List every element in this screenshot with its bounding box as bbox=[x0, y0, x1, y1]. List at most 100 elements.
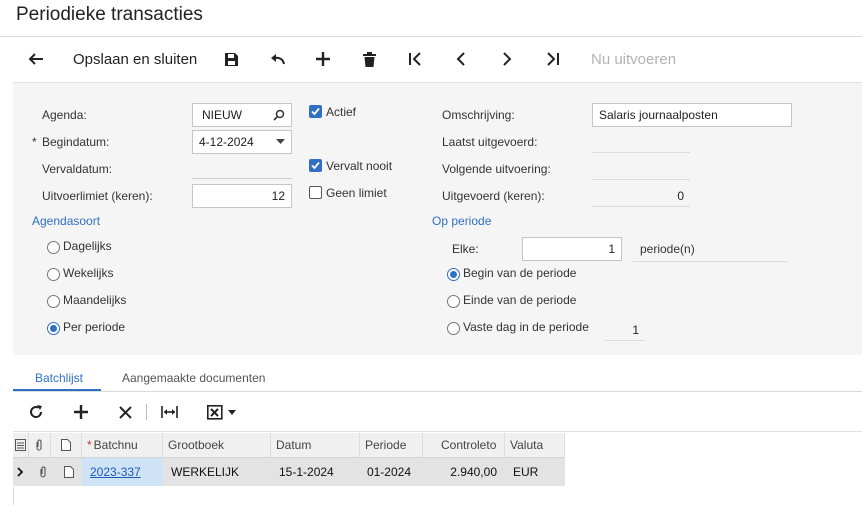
delete-button[interactable] bbox=[356, 37, 382, 81]
grid-left-border bbox=[13, 487, 14, 505]
cell-controletotaal[interactable]: 2.940,00 bbox=[423, 458, 505, 486]
arrow-left-icon bbox=[28, 53, 43, 65]
chevron-right-icon bbox=[503, 52, 512, 66]
cell-grootboek[interactable]: WERKELIJK bbox=[163, 458, 271, 486]
last-record-button[interactable] bbox=[540, 37, 566, 81]
check-icon bbox=[311, 161, 320, 170]
chevron-down-icon[interactable] bbox=[276, 139, 285, 145]
radio-dagelijks[interactable] bbox=[47, 241, 60, 254]
row-selector[interactable] bbox=[13, 458, 29, 486]
cell-batchnummer[interactable]: 2023-337 bbox=[82, 458, 163, 486]
fit-columns-button[interactable] bbox=[158, 400, 180, 424]
chevron-right-icon bbox=[17, 467, 24, 477]
add-button[interactable] bbox=[310, 37, 336, 81]
check-icon bbox=[311, 107, 320, 116]
refresh-icon bbox=[30, 405, 43, 418]
radio-vaste-dag-label: Vaste dag in de periode bbox=[463, 320, 589, 334]
run-now-button[interactable]: Nu uitvoeren bbox=[591, 37, 676, 81]
tab-batchlijst[interactable]: Batchlijst bbox=[35, 365, 83, 391]
radio-einde-periode[interactable] bbox=[447, 295, 460, 308]
undo-button[interactable] bbox=[265, 37, 291, 81]
vaste-dag-field[interactable]: 1 bbox=[605, 319, 645, 341]
next-record-button[interactable] bbox=[494, 37, 520, 81]
vervalt-nooit-label: Vervalt nooit bbox=[326, 159, 393, 173]
close-icon bbox=[118, 405, 132, 419]
elke-field[interactable]: 1 bbox=[522, 237, 622, 261]
begindatum-field[interactable]: 4-12-2024 bbox=[192, 130, 292, 154]
save-and-close-button[interactable]: Opslaan en sluiten bbox=[73, 37, 197, 81]
back-button[interactable] bbox=[22, 37, 50, 81]
radio-vaste-dag[interactable] bbox=[447, 322, 460, 335]
chevron-left-icon bbox=[456, 52, 465, 66]
elke-label: Elke: bbox=[452, 242, 479, 256]
grid-toolbar bbox=[13, 392, 862, 432]
plus-icon bbox=[74, 405, 88, 419]
schedule-form: Agenda: NIEUW * Begindatum: 4-12-2024 Ve… bbox=[13, 82, 862, 355]
grid-header-batchnummer[interactable]: * Batchnu bbox=[82, 433, 163, 458]
radio-begin-periode-label: Begin van de periode bbox=[463, 266, 577, 280]
uitgevoerd-label: Uitgevoerd (keren): bbox=[442, 189, 545, 203]
grid-header-controletotaal[interactable]: Controleto bbox=[423, 433, 505, 458]
geen-limiet-label: Geen limiet bbox=[326, 186, 387, 200]
cell-valuta[interactable]: EUR bbox=[505, 458, 565, 486]
omschrijving-field[interactable]: Salaris journaalposten bbox=[592, 103, 792, 127]
radio-wekelijks[interactable] bbox=[47, 268, 60, 281]
row-attachment-cell[interactable] bbox=[29, 458, 51, 486]
actief-checkbox[interactable] bbox=[309, 105, 322, 118]
save-button[interactable] bbox=[218, 37, 244, 81]
add-row-button[interactable] bbox=[70, 400, 92, 424]
tab-aangemaakte-documenten[interactable]: Aangemaakte documenten bbox=[122, 365, 265, 391]
radio-begin-periode[interactable] bbox=[447, 268, 460, 281]
radio-einde-periode-label: Einde van de periode bbox=[463, 293, 577, 307]
toolbar-divider bbox=[146, 404, 147, 420]
tab-bar: Batchlijst Aangemaakte documenten bbox=[13, 365, 862, 392]
row-status-icon bbox=[15, 439, 26, 451]
grid-header-valuta[interactable]: Valuta bbox=[505, 433, 565, 458]
uitvoerlimiet-label: Uitvoerlimiet (keren): bbox=[42, 189, 153, 203]
agenda-value: NIEUW bbox=[202, 108, 242, 122]
volgende-uitvoering-label: Volgende uitvoering: bbox=[442, 162, 551, 176]
batchnummer-link[interactable]: 2023-337 bbox=[90, 465, 141, 479]
geen-limiet-checkbox[interactable] bbox=[309, 186, 322, 199]
export-excel-button[interactable] bbox=[203, 400, 239, 424]
delete-row-button[interactable] bbox=[114, 400, 136, 424]
required-mark: * bbox=[87, 438, 92, 452]
grid-header-datum[interactable]: Datum bbox=[271, 433, 360, 458]
refresh-button[interactable] bbox=[25, 400, 47, 424]
periode-unit-underline bbox=[633, 261, 787, 262]
plus-icon bbox=[316, 52, 330, 66]
radio-maandelijks[interactable] bbox=[47, 295, 60, 308]
last-icon bbox=[547, 52, 559, 66]
begindatum-value: 4-12-2024 bbox=[199, 135, 254, 149]
note-icon bbox=[64, 466, 74, 478]
required-mark: * bbox=[32, 135, 37, 149]
radio-wekelijks-label: Wekelijks bbox=[63, 266, 114, 280]
undo-icon bbox=[271, 54, 285, 65]
first-record-button[interactable] bbox=[402, 37, 428, 81]
row-note-cell[interactable] bbox=[51, 458, 82, 486]
volgende-uitvoering-field bbox=[592, 158, 690, 180]
cell-periode[interactable]: 01-2024 bbox=[360, 458, 423, 486]
grid-header-attachments[interactable] bbox=[29, 433, 51, 458]
agenda-selector[interactable]: NIEUW bbox=[192, 103, 292, 127]
vervalt-nooit-checkbox[interactable] bbox=[309, 159, 322, 172]
previous-record-button[interactable] bbox=[448, 37, 474, 81]
trash-icon bbox=[362, 51, 376, 67]
toolbar: Opslaan en sluiten Nu uitvoeren bbox=[0, 36, 862, 82]
floppy-disk-icon bbox=[224, 52, 238, 66]
search-icon[interactable] bbox=[273, 109, 285, 121]
grid-header-notes[interactable] bbox=[51, 433, 82, 458]
op-periode-section-title: Op periode bbox=[432, 214, 492, 228]
agenda-label: Agenda: bbox=[42, 108, 87, 122]
cell-datum[interactable]: 15-1-2024 bbox=[271, 458, 360, 486]
radio-per-periode[interactable] bbox=[47, 322, 60, 335]
grid-header-periode[interactable]: Periode bbox=[360, 433, 423, 458]
grid-header-grootboek[interactable]: Grootboek bbox=[163, 433, 271, 458]
paperclip-icon bbox=[36, 439, 42, 451]
grid-header-row-status bbox=[13, 433, 29, 458]
vervaldatum-label: Vervaldatum: bbox=[42, 162, 113, 176]
omschrijving-label: Omschrijving: bbox=[442, 108, 515, 122]
uitgevoerd-field: 0 bbox=[592, 185, 690, 207]
uitvoerlimiet-field[interactable]: 12 bbox=[192, 184, 292, 208]
page-title: Periodieke transacties bbox=[16, 4, 203, 25]
